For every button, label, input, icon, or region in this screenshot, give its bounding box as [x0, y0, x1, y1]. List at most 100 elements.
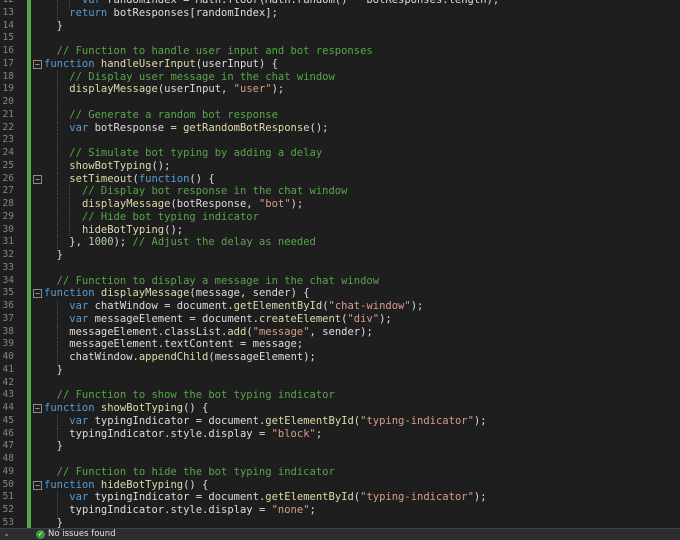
code-line[interactable]: 41 }	[0, 364, 680, 377]
code-text[interactable]: function handleUserInput(userInput) {	[44, 58, 278, 71]
code-line[interactable]: 12 var randomIndex = Math.floor(Math.ran…	[0, 0, 680, 7]
code-text[interactable]: return botResponses[randomIndex];	[44, 7, 278, 20]
code-text[interactable]: // Generate a random bot response	[44, 109, 278, 122]
code-text[interactable]: chatWindow.appendChild(messageElement);	[44, 351, 316, 364]
code-editor[interactable]: 12 var randomIndex = Math.floor(Math.ran…	[0, 0, 680, 528]
code-text[interactable]: }	[44, 20, 63, 33]
code-line[interactable]: 14 }	[0, 20, 680, 33]
code-line[interactable]: 35 − function displayMessage(message, send…	[0, 287, 680, 300]
code-text[interactable]: messageElement.textContent = message;	[44, 338, 303, 351]
code-line[interactable]: 17 − function handleUserInput(userInput) {	[0, 58, 680, 71]
code-text[interactable]: // Simulate bot typing by adding a delay	[44, 147, 322, 160]
code-line[interactable]: 49 // Function to hide the bot typing in…	[0, 466, 680, 479]
code-line[interactable]: 29 // Hide bot typing indicator	[0, 210, 680, 224]
code-text[interactable]: // Hide bot typing indicator	[44, 211, 259, 224]
code-line[interactable]: 36 var chatWindow = document.getElementB…	[0, 300, 680, 313]
code-token: );	[410, 300, 424, 312]
code-line[interactable]: 28 displayMessage(botResponse, "bot");	[0, 198, 680, 211]
code-text[interactable]: // Function to handle user input and bot…	[44, 45, 373, 58]
code-text[interactable]: showBotTyping();	[44, 160, 170, 173]
collapse-icon[interactable]: −	[33, 404, 42, 413]
code-line[interactable]: 16 // Function to handle user input and …	[0, 45, 680, 58]
line-number: 44	[2, 402, 14, 413]
collapse-icon[interactable]: −	[33, 174, 42, 184]
code-token: displayMessage	[100, 287, 190, 300]
status-text[interactable]: No issues found	[48, 529, 116, 540]
code-line[interactable]: 43 // Function to show the bot typing in…	[0, 389, 680, 402]
collapse-icon[interactable]: −	[33, 480, 42, 490]
code-line[interactable]: 50 − function hideBotTyping() {	[0, 479, 680, 492]
code-text[interactable]: var messageElement = document.createElem…	[44, 313, 391, 326]
code-text[interactable]: var typingIndicator = document.getElemen…	[44, 491, 486, 504]
code-text[interactable]: function showBotTyping() {	[44, 402, 208, 415]
code-token: typingIndicator.style.display =	[69, 504, 272, 516]
code-lines[interactable]: 12 var randomIndex = Math.floor(Math.ran…	[0, 0, 680, 528]
code-line[interactable]: 37 var messageElement = document.createE…	[0, 312, 680, 326]
code-text[interactable]: function hideBotTyping() {	[44, 479, 208, 492]
code-line[interactable]: 23	[0, 134, 680, 147]
line-number: 18	[2, 70, 14, 82]
code-text[interactable]: }	[44, 517, 63, 528]
code-text[interactable]: }	[44, 440, 63, 453]
code-text[interactable]: // Display bot response in the chat wind…	[44, 185, 348, 198]
code-text[interactable]: }	[44, 249, 63, 262]
chevron-down-icon[interactable]: ⌄	[3, 529, 10, 540]
code-text[interactable]: typingIndicator.style.display = "block";	[44, 428, 322, 441]
line-number: 41	[2, 363, 14, 375]
collapse-icon[interactable]: −	[33, 289, 42, 299]
code-text[interactable]: messageElement.classList.add("message", …	[44, 326, 372, 339]
code-text[interactable]: // Display user message in the chat wind…	[44, 71, 335, 84]
code-line[interactable]: 25 showBotTyping();	[0, 159, 680, 173]
code-line[interactable]: 13 return botResponses[randomIndex];	[0, 6, 680, 20]
code-text[interactable]: }	[44, 364, 63, 377]
code-line[interactable]: 39 messageElement.textContent = message;	[0, 338, 680, 351]
code-text[interactable]: // Function to hide the bot typing indic…	[44, 466, 335, 479]
code-line[interactable]: 46 typingIndicator.style.display = "bloc…	[0, 427, 680, 441]
code-line[interactable]: 52 typingIndicator.style.display = "none…	[0, 504, 680, 517]
line-number: 46	[2, 427, 14, 439]
code-text[interactable]: setTimeout(function() {	[44, 173, 214, 186]
code-text[interactable]: displayMessage(botResponse, "bot");	[44, 198, 303, 211]
code-line[interactable]: 38 messageElement.classList.add("message…	[0, 325, 680, 339]
code-line[interactable]: 32 }	[0, 249, 680, 262]
code-line[interactable]: 33	[0, 262, 680, 275]
code-line[interactable]: 21 // Generate a random bot response	[0, 108, 680, 122]
code-token: (messageElement);	[208, 351, 316, 363]
code-line[interactable]: 40 chatWindow.appendChild(messageElement…	[0, 351, 680, 364]
code-line[interactable]: 15	[0, 32, 680, 45]
code-line[interactable]: 31 }, 1000); // Adjust the delay as need…	[0, 236, 680, 249]
code-line[interactable]: 51 var typingIndicator = document.getEle…	[0, 491, 680, 504]
code-text[interactable]: // Function to show the bot typing indic…	[44, 389, 335, 402]
code-token: // Simulate bot typing by adding a delay	[69, 147, 323, 159]
code-line[interactable]: 20	[0, 96, 680, 109]
code-line[interactable]: 24 // Simulate bot typing by adding a de…	[0, 147, 680, 160]
code-text[interactable]: }, 1000); // Adjust the delay as needed	[44, 236, 316, 249]
code-line[interactable]: 45 var typingIndicator = document.getEle…	[0, 414, 680, 428]
code-text[interactable]: typingIndicator.style.display = "none";	[44, 504, 316, 517]
code-line[interactable]: 53 }	[0, 517, 680, 528]
code-text[interactable]: hideBotTyping();	[44, 224, 183, 237]
code-text[interactable]: var botResponse = getRandomBotResponse()…	[44, 122, 328, 135]
code-line[interactable]: 42	[0, 377, 680, 390]
code-text[interactable]	[44, 96, 69, 109]
code-line[interactable]: 27 // Display bot response in the chat w…	[0, 185, 680, 198]
code-line[interactable]: 48	[0, 453, 680, 466]
code-line[interactable]: 30 hideBotTyping();	[0, 223, 680, 237]
code-line[interactable]: 18 // Display user message in the chat w…	[0, 70, 680, 84]
code-text[interactable]	[44, 134, 69, 147]
code-token: function	[44, 287, 95, 300]
code-text[interactable]: // Function to display a message in the …	[44, 275, 379, 288]
code-line[interactable]: 22 var botResponse = getRandomBotRespons…	[0, 121, 680, 135]
code-line[interactable]: 44 − function showBotTyping() {	[0, 402, 680, 415]
code-text[interactable]: var typingIndicator = document.getElemen…	[44, 415, 486, 428]
code-line[interactable]: 34 // Function to display a message in t…	[0, 275, 680, 288]
code-token: hideBotTyping	[100, 478, 184, 491]
code-line[interactable]: 26 − setTimeout(function() {	[0, 172, 680, 186]
collapse-icon[interactable]: −	[33, 59, 42, 69]
code-line[interactable]: 19 displayMessage(userInput, "user");	[0, 83, 680, 96]
code-text[interactable]: function displayMessage(message, sender)…	[44, 287, 310, 300]
code-text[interactable]: displayMessage(userInput, "user");	[44, 83, 284, 96]
code-text[interactable]: var chatWindow = document.getElementById…	[44, 300, 423, 313]
code-line[interactable]: 47 }	[0, 440, 680, 453]
code-text[interactable]: var randomIndex = Math.floor(Math.random…	[44, 0, 499, 7]
